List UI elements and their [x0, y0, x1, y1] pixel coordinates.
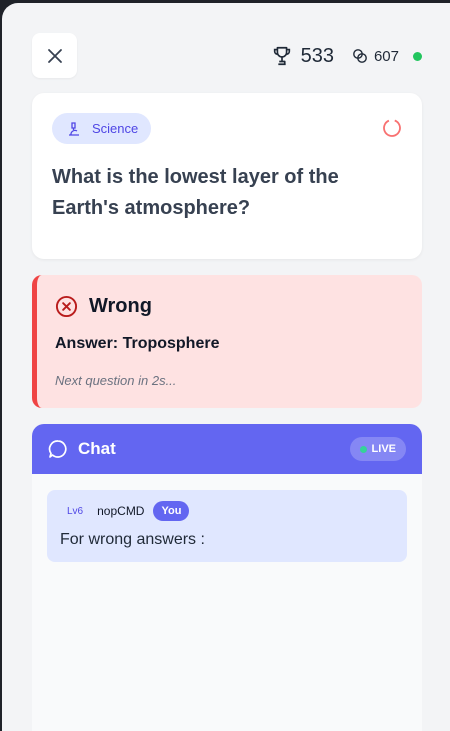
live-dot	[359, 445, 367, 453]
result-card: Wrong Answer: Troposphere Next question …	[32, 275, 422, 408]
chat-title: Chat	[78, 439, 116, 458]
stats-bar: 533 607	[271, 43, 422, 69]
chat-header: Chat LIVE	[32, 424, 422, 474]
next-question-countdown: Next question in 2s...	[55, 373, 177, 388]
chat-panel: Chat LIVE Lv6 nopCMD You For wrong answe…	[32, 424, 422, 731]
online-status-dot	[413, 51, 422, 61]
timer-ring-icon	[383, 119, 401, 137]
message-meta: Lv6 nopCMD You	[59, 500, 190, 522]
coins-value: 607	[373, 47, 399, 65]
question-text: What is the lowest layer of the Earth's …	[52, 166, 339, 219]
coins-icon	[353, 49, 367, 63]
microscope-icon	[69, 121, 79, 136]
score-value: 533	[300, 44, 334, 67]
username[interactable]: nopCMD	[97, 504, 144, 518]
result-title: Wrong	[89, 295, 152, 317]
result-header: Wrong	[55, 295, 152, 318]
message-text: For wrong answers :	[60, 531, 205, 548]
close-icon	[47, 48, 62, 63]
close-button[interactable]	[32, 33, 77, 78]
trophy-icon	[273, 46, 290, 66]
category-badge: Science	[52, 113, 152, 144]
question-card: Science What is the lowest layer of the …	[32, 93, 422, 259]
correct-answer: Answer: Troposphere	[55, 335, 220, 352]
you-badge: You	[153, 501, 190, 521]
x-circle-icon	[55, 295, 78, 318]
category-label: Science	[92, 121, 139, 136]
chat-bubble-icon	[48, 440, 67, 458]
user-level: Lv6	[67, 505, 84, 517]
quiz-panel: 533 607 Science What is the lowest layer…	[2, 3, 450, 731]
chat-message: Lv6 nopCMD You For wrong answers :	[47, 490, 407, 562]
live-label: LIVE	[371, 443, 396, 455]
live-badge: LIVE	[349, 437, 406, 461]
